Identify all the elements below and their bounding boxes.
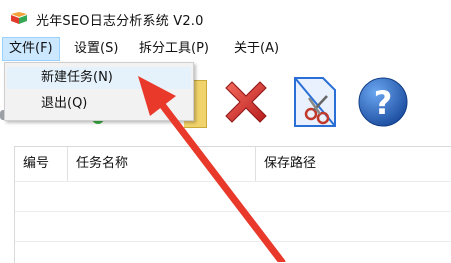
annotation-arrow <box>138 76 286 262</box>
